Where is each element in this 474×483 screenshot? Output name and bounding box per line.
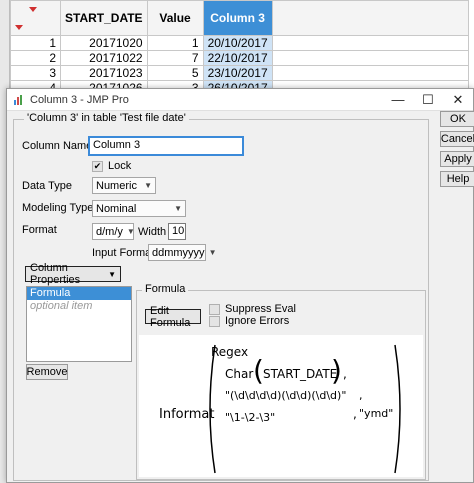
ignore-errors-label: Ignore Errors <box>225 315 290 327</box>
input-format-value: ddmmyyyy <box>152 246 205 259</box>
checkmark-icon: ✔ <box>92 160 103 172</box>
group-title: 'Column 3' in table 'Test file date' <box>24 112 189 124</box>
chevron-down-icon: ▼ <box>108 269 116 279</box>
chevron-down-icon: ▼ <box>174 204 182 213</box>
column-info-dialog: Column 3 - JMP Pro — ☐ ✕ 'Column 3' in t… <box>6 88 474 483</box>
empty-cell <box>271 35 469 51</box>
modeling-type-select[interactable]: Nominal ▼ <box>92 200 186 217</box>
data-type-label: Data Type <box>22 180 72 192</box>
empty-header <box>271 0 469 36</box>
comma: , <box>343 367 347 381</box>
ok-button[interactable]: OK <box>440 111 474 127</box>
regex-function: Regex <box>211 345 249 359</box>
apply-button[interactable]: Apply <box>440 151 474 167</box>
width-label: Width <box>138 226 167 238</box>
row-number[interactable]: 2 <box>10 50 61 66</box>
data-grid: START_DATE Value Column 3 1 20171020 1 2… <box>10 0 469 96</box>
lock-label: Lock <box>108 160 132 172</box>
checkbox-icon <box>209 315 220 327</box>
width-input[interactable]: 10 <box>168 223 186 240</box>
table-cell[interactable]: 20/10/2017 <box>202 35 273 51</box>
pattern-argument: "(\d\d\d\d)(\d\d)(\d\d)" <box>225 389 347 402</box>
modeling-type-label: Modeling Type <box>22 202 94 214</box>
table-cell[interactable]: 1 <box>146 35 204 51</box>
jmp-app-icon <box>13 94 25 106</box>
format-value: d/m/y <box>96 225 123 238</box>
input-format-label: Input Format <box>92 247 155 259</box>
data-type-value: Numeric <box>96 179 137 192</box>
format-label: Format <box>22 224 57 236</box>
formula-panel-title: Formula <box>142 283 189 295</box>
chevron-down-icon: ▼ <box>126 227 135 236</box>
column-header-column-3[interactable]: Column 3 <box>202 0 273 36</box>
empty-cell <box>271 50 469 66</box>
table-cell[interactable]: 7 <box>146 50 204 66</box>
data-type-select[interactable]: Numeric ▼ <box>92 177 156 194</box>
column-name-input[interactable]: Column 3 <box>88 136 244 156</box>
table-cell[interactable]: 5 <box>146 65 204 81</box>
format-select[interactable]: d/m/y ▼ <box>92 223 135 240</box>
formula-display[interactable]: Informat Regex Char ( START_DATE ) , "(\… <box>139 335 423 477</box>
table-cell[interactable]: 23/10/2017 <box>202 65 273 81</box>
lock-checkbox[interactable]: ✔ Lock <box>92 160 131 172</box>
list-item[interactable]: Formula <box>27 287 131 300</box>
table-cell[interactable]: 22/10/2017 <box>202 50 273 66</box>
replacement-argument: "\1-\2-\3" <box>225 411 276 424</box>
help-button[interactable]: Help <box>440 171 474 187</box>
start-date-argument: START_DATE <box>263 367 338 381</box>
column-settings-group: 'Column 3' in table 'Test file date' Col… <box>13 112 429 481</box>
properties-list[interactable]: Formula optional item <box>26 286 132 362</box>
column-header-value[interactable]: Value <box>146 0 204 36</box>
row-header-corner[interactable] <box>10 0 61 36</box>
dialog-title: Column 3 - JMP Pro <box>30 93 129 106</box>
char-function: Char <box>225 367 254 381</box>
chevron-down-icon: ▼ <box>208 248 217 257</box>
minimize-icon[interactable]: — <box>383 89 413 111</box>
table-cell[interactable]: 20171020 <box>60 35 148 51</box>
suppress-eval-checkbox[interactable]: Suppress Eval <box>209 303 296 315</box>
remove-button[interactable]: Remove <box>26 364 68 380</box>
table-cell[interactable]: 20171022 <box>60 50 148 66</box>
comma: , <box>353 407 357 421</box>
chevron-down-icon: ▼ <box>144 181 152 190</box>
table-row[interactable]: 2 20171022 7 22/10/2017 <box>10 50 469 66</box>
list-item-placeholder: optional item <box>30 300 93 312</box>
red-triangle-icon[interactable] <box>15 25 23 30</box>
empty-cell <box>271 65 469 81</box>
formula-panel: Formula Edit Formula Suppress Eval Ignor… <box>136 283 426 480</box>
table-cell[interactable]: 20171023 <box>60 65 148 81</box>
row-number[interactable]: 1 <box>10 35 61 51</box>
column-header-start-date[interactable]: START_DATE <box>60 0 148 36</box>
table-row[interactable]: 1 20171020 1 20/10/2017 <box>10 35 469 51</box>
comma: , <box>359 389 363 402</box>
column-name-label: Column Name <box>22 140 93 152</box>
red-triangle-icon[interactable] <box>29 7 37 12</box>
suppress-eval-label: Suppress Eval <box>225 303 296 315</box>
close-icon[interactable]: ✕ <box>443 89 473 111</box>
edit-formula-button[interactable]: Edit Formula <box>145 305 201 329</box>
maximize-icon[interactable]: ☐ <box>413 89 443 111</box>
informat-function: Informat <box>159 407 215 422</box>
modeling-type-value: Nominal <box>96 202 137 215</box>
column-properties-label: Column Properties <box>30 262 81 286</box>
table-header-row: START_DATE Value Column 3 <box>10 0 469 36</box>
dialog-titlebar[interactable]: Column 3 - JMP Pro — ☐ ✕ <box>7 89 473 111</box>
data-table: START_DATE Value Column 3 1 20171020 1 2… <box>0 0 474 483</box>
table-row[interactable]: 3 20171023 5 23/10/2017 <box>10 65 469 81</box>
input-format-select[interactable]: ddmmyyyy ▼ <box>148 244 216 261</box>
row-number[interactable]: 3 <box>10 65 61 81</box>
checkbox-icon <box>209 303 220 315</box>
paren-close: ) <box>331 354 342 387</box>
format-argument: "ymd" <box>359 407 394 420</box>
column-properties-button[interactable]: Column Properties ▼ <box>25 262 121 286</box>
right-paren-icon <box>394 344 401 474</box>
ignore-errors-checkbox[interactable]: Ignore Errors <box>209 315 289 327</box>
cancel-button[interactable]: Cancel <box>440 131 474 147</box>
